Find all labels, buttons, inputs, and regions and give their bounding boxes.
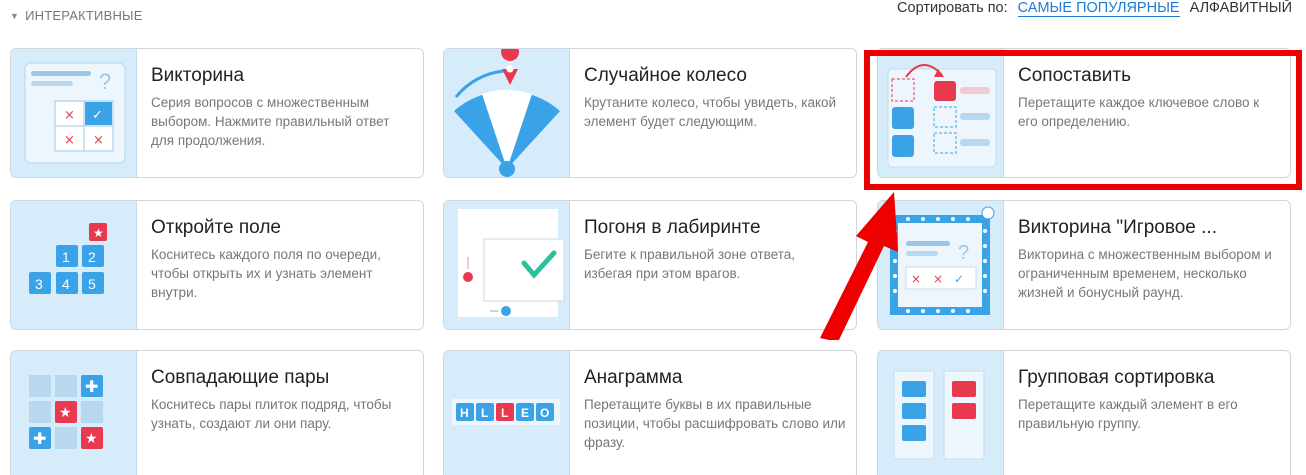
template-card-quiz[interactable]: ? × ✓ × × Викторина Серия вопросов с мно… [10, 48, 424, 178]
wheel-icon [454, 49, 560, 177]
card-description: Коснитесь каждого поля по очереди, чтобы… [151, 247, 381, 300]
card-title: Викторина [151, 65, 245, 86]
group-sort-icon [893, 370, 985, 460]
card-title: Совпадающие пары [151, 367, 330, 388]
svg-text:×: × [911, 272, 921, 286]
sort-control: Сортировать по: САМЫЕ ПОПУЛЯРНЫЕ АЛФАВИТ… [897, 0, 1292, 17]
quiz-icon: ? × ✓ × × [24, 62, 126, 164]
svg-text:1: 1 [62, 249, 70, 265]
svg-text:2: 2 [88, 249, 96, 265]
svg-text:×: × [64, 133, 75, 148]
boxes-thumbnail: ★ 1 2 3 4 5 [11, 201, 137, 329]
question-mark: ? [99, 69, 111, 94]
svg-text:×: × [93, 133, 104, 148]
svg-text:3: 3 [35, 276, 43, 292]
wheel-thumbnail [444, 49, 570, 177]
quiz-thumbnail: ? × ✓ × × [11, 49, 137, 177]
svg-text:★: ★ [59, 405, 72, 421]
card-description: Серия вопросов с множественным выбором. … [151, 95, 390, 148]
card-description: Коснитесь пары плиток подряд, чтобы узна… [151, 397, 392, 431]
sort-option-popular[interactable]: САМЫЕ ПОПУЛЯРНЫЕ [1017, 0, 1180, 17]
group-sort-thumbnail [878, 351, 1004, 475]
svg-text:E: E [521, 406, 529, 420]
maze-thumbnail [444, 201, 570, 329]
card-title: Групповая сортировка [1018, 367, 1215, 388]
svg-text:H: H [460, 406, 469, 420]
svg-text:×: × [933, 272, 943, 286]
template-card-gameshow-quiz[interactable]: ? × × ✓ Викторина "Игровое ... Викторина… [877, 200, 1291, 330]
svg-text:L: L [481, 406, 488, 420]
svg-text:4: 4 [62, 276, 70, 292]
template-card-matching-pairs[interactable]: ✚ ★ ✚ ★ Совпадающие пары Коснитесь пары … [10, 350, 424, 475]
svg-text:L: L [501, 406, 508, 420]
section-toggle[interactable]: ▼ ИНТЕРАКТИВНЫЕ [10, 8, 143, 23]
pairs-thumbnail: ✚ ★ ✚ ★ [11, 351, 137, 475]
template-card-anagram[interactable]: H L L E O Анаграмма Перетащите буквы в и… [443, 350, 857, 475]
card-description: Перетащите каждый элемент в его правильн… [1018, 397, 1238, 431]
svg-text:✚: ✚ [85, 377, 98, 396]
card-title: Викторина "Игровое ... [1018, 217, 1217, 238]
svg-text:×: × [64, 108, 75, 123]
svg-text:5: 5 [88, 276, 96, 292]
card-title: Откройте поле [151, 217, 281, 238]
caret-down-icon: ▼ [10, 10, 20, 21]
question-mark: ? [958, 242, 969, 264]
template-card-random-wheel[interactable]: Случайное колесо Крутаните колесо, чтобы… [443, 48, 857, 178]
card-title: Анаграмма [584, 367, 683, 388]
template-card-maze-chase[interactable]: Погоня в лабиринте Бегите к правильной з… [443, 200, 857, 330]
sort-option-alphabetical[interactable]: АЛФАВИТНЫЙ [1190, 0, 1292, 17]
template-card-open-the-box[interactable]: ★ 1 2 3 4 5 Откройте поле Коснитесь кажд… [10, 200, 424, 330]
card-description: Перетащите буквы в их правильные позиции… [584, 397, 846, 450]
maze-icon [444, 209, 565, 321]
top-bar: ▼ ИНТЕРАКТИВНЫЕ Сортировать по: САМЫЕ ПО… [0, 0, 1306, 36]
svg-text:O: O [540, 406, 549, 420]
card-title: Случайное колесо [584, 65, 747, 86]
open-box-icon: ★ 1 2 3 4 5 [29, 223, 107, 294]
card-description: Крутаните колесо, чтобы увидеть, какой э… [584, 95, 837, 129]
card-description: Викторина с множественным выбором и огра… [1018, 247, 1272, 300]
anagram-thumbnail: H L L E O [444, 351, 570, 475]
sort-label: Сортировать по: [897, 0, 1008, 16]
section-label: ИНТЕРАКТИВНЫЕ [25, 8, 143, 23]
svg-text:✚: ✚ [33, 429, 46, 448]
matching-pairs-icon: ✚ ★ ✚ ★ [29, 375, 103, 449]
svg-text:★: ★ [85, 431, 98, 447]
svg-text:★: ★ [93, 226, 104, 240]
svg-text:✓: ✓ [954, 272, 964, 286]
highlight-box [864, 50, 1302, 190]
red-arrow-icon [820, 192, 898, 340]
svg-text:✓: ✓ [92, 108, 103, 123]
anagram-icon: H L L E O [452, 399, 560, 425]
template-card-group-sort[interactable]: Групповая сортировка Перетащите каждый э… [877, 350, 1291, 475]
